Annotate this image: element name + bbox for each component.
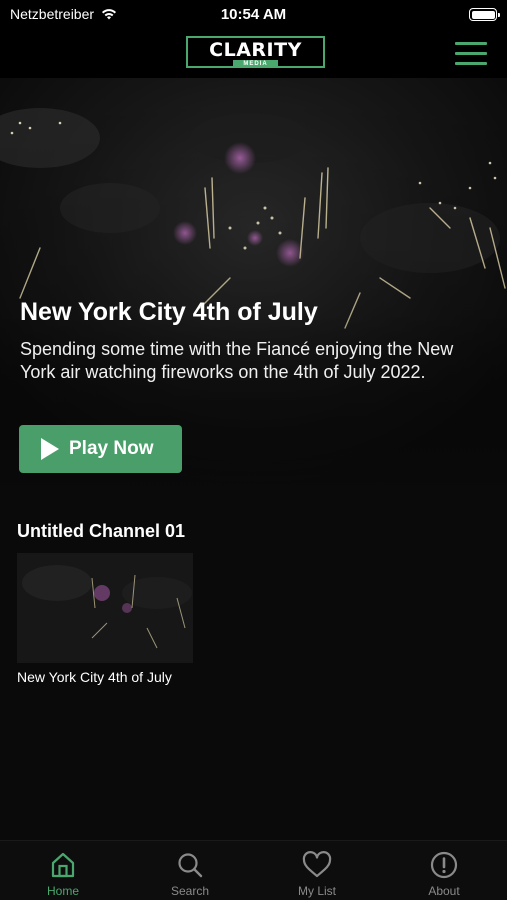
tab-my-list[interactable]: My List [254, 841, 380, 900]
hero-banner: New York City 4th of July Spending some … [0, 78, 507, 508]
play-now-label: Play Now [69, 438, 154, 459]
info-icon [430, 851, 458, 879]
hamburger-menu-icon[interactable] [455, 42, 487, 66]
logo-main-text: CLARITY [209, 39, 302, 61]
channel-title: Untitled Channel 01 [17, 521, 186, 541]
bottom-tab-bar: Home Search My List About [0, 840, 507, 900]
top-nav: CLARITY MEDIA [0, 30, 507, 78]
tab-my-list-label: My List [297, 884, 336, 898]
tab-home-label: Home [46, 884, 79, 898]
tab-about-label: About [428, 884, 460, 898]
heart-icon [302, 851, 332, 878]
battery-icon [469, 8, 500, 21]
tab-search[interactable]: Search [127, 841, 253, 900]
home-icon [51, 852, 75, 878]
hero-title: New York City 4th of July [20, 298, 318, 326]
video-thumbnail-image [17, 553, 193, 663]
logo-sub-text: MEDIA [233, 60, 278, 68]
video-thumbnail-label: New York City 4th of July [17, 669, 172, 685]
clarity-media-logo[interactable]: CLARITY MEDIA [186, 36, 325, 68]
play-icon [41, 438, 59, 460]
status-bar: Netzbetreiber 10:54 AM [0, 0, 507, 30]
hero-description: Spending some time with the Fiancé enjoy… [20, 339, 454, 382]
tab-search-label: Search [170, 884, 210, 898]
video-thumbnail[interactable] [17, 553, 193, 663]
tab-home[interactable]: Home [0, 841, 126, 900]
search-icon [178, 853, 203, 878]
play-now-button[interactable]: Play Now [19, 425, 182, 473]
tab-about[interactable]: About [381, 841, 507, 900]
status-time: 10:54 AM [220, 6, 287, 23]
